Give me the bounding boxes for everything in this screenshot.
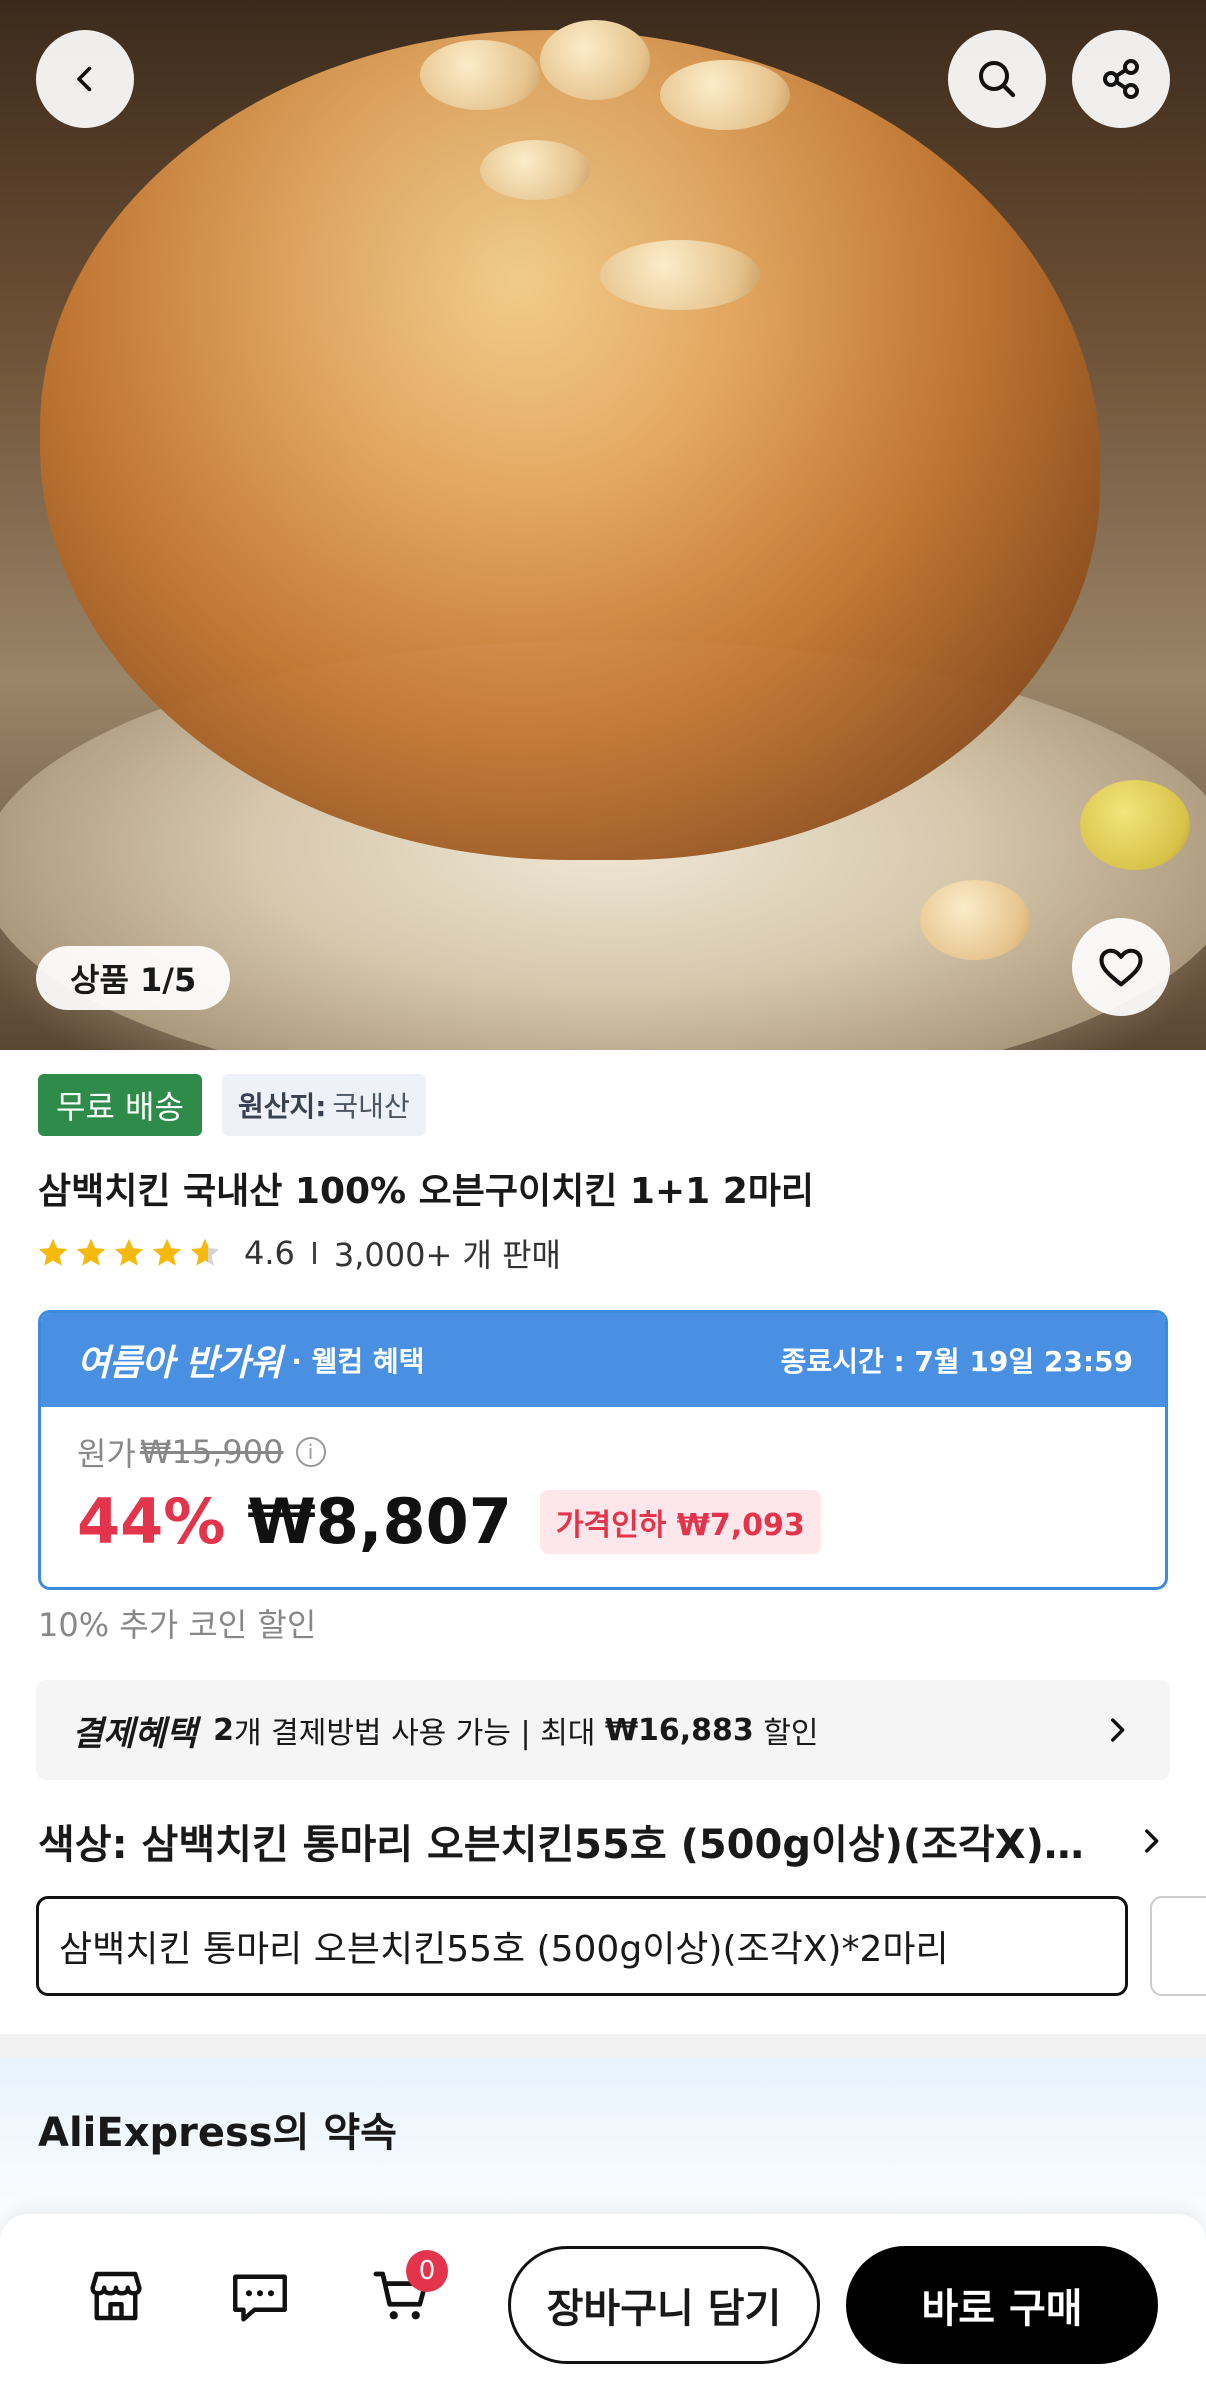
image-counter: 상품 1/5 bbox=[36, 946, 231, 1010]
color-selector-row[interactable]: 색상: 삼백치킨 통마리 오븐치킨55호 (500g이상)(조각X)*2마리 bbox=[38, 1812, 1168, 1870]
sale-price: ₩8,807 bbox=[247, 1485, 512, 1558]
chevron-right-icon bbox=[1145, 1829, 1159, 1853]
divider bbox=[312, 1242, 316, 1264]
cart-count-badge: 0 bbox=[406, 2250, 448, 2292]
star-rating bbox=[36, 1236, 222, 1270]
rating-row[interactable]: 4.6 3,000+ 개 판매 bbox=[36, 1230, 561, 1276]
payment-benefit-row[interactable]: 결제혜택 2 개 결제방법 사용 가능 | 최대 ₩16,883 할인 bbox=[36, 1680, 1170, 1780]
price-row: 44% ₩8,807 가격인하 ₩7,093 bbox=[77, 1485, 1129, 1558]
color-selected-label: 색상: 삼백치킨 통마리 오븐치킨55호 (500g이상)(조각X)*2마리 bbox=[38, 1822, 1098, 1868]
star-icon bbox=[76, 1238, 106, 1266]
garlic-slice bbox=[1080, 780, 1190, 870]
origin-value: 국내산 bbox=[332, 1090, 410, 1123]
product-title: 삼백치킨 국내산 100% 오븐구이치킨 1+1 2마리 bbox=[38, 1171, 814, 1212]
free-shipping-badge: 무료 배송 bbox=[38, 1074, 202, 1136]
info-icon[interactable]: i bbox=[295, 1437, 326, 1467]
garlic-slice bbox=[600, 240, 760, 310]
share-button[interactable] bbox=[1072, 30, 1170, 128]
payment-method-count: 2 bbox=[213, 1712, 234, 1748]
original-price-label: 원가 bbox=[77, 1435, 136, 1473]
share-icon bbox=[1103, 59, 1139, 99]
payment-benefit-suffix: 할인 bbox=[753, 1716, 819, 1751]
discount-percent: 44% bbox=[77, 1485, 226, 1558]
original-price-row: 원가 ₩15,900 i bbox=[77, 1429, 1129, 1475]
promo-logo: 여름아 반가워 bbox=[77, 1343, 282, 1384]
section-divider bbox=[0, 2034, 1206, 2058]
heart-icon bbox=[1099, 948, 1143, 987]
promise-title: AliExpress의 약속 bbox=[38, 2110, 397, 2156]
star-icon bbox=[152, 1238, 182, 1266]
promo-card: 여름아 반가워 · 웰컴 혜택 종료시간 : 7월 19일 23:59 원가 ₩… bbox=[38, 1310, 1168, 1590]
origin-label: 원산지: bbox=[237, 1090, 327, 1123]
add-to-cart-button[interactable]: 장바구니 담기 bbox=[508, 2246, 820, 2364]
chevron-left-icon bbox=[77, 66, 92, 92]
store-button[interactable] bbox=[76, 2256, 156, 2336]
sold-count: 3,000+ 개 판매 bbox=[333, 1236, 561, 1274]
rating-value: 4.6 bbox=[244, 1234, 295, 1272]
payment-max-discount: ₩16,883 bbox=[604, 1712, 754, 1748]
back-button[interactable] bbox=[36, 30, 134, 128]
promo-subtitle: · 웰컴 혜택 bbox=[291, 1345, 425, 1378]
tag-row: 무료 배송 원산지: 국내산 bbox=[38, 1074, 426, 1136]
chat-button[interactable] bbox=[220, 2256, 300, 2336]
coin-discount-text: 10% 추가 코인 할인 bbox=[38, 1606, 317, 1644]
variant-option[interactable] bbox=[1150, 1896, 1206, 1996]
garlic-slice bbox=[480, 140, 590, 200]
garlic-slice bbox=[660, 60, 790, 130]
product-image[interactable] bbox=[0, 0, 1206, 1050]
star-icon bbox=[38, 1238, 68, 1266]
origin-badge: 원산지: 국내산 bbox=[221, 1074, 426, 1136]
variant-option-selected[interactable]: 삼백치킨 통마리 오븐치킨55호 (500g이상)(조각X)*2마리 bbox=[36, 1896, 1128, 1996]
chat-icon bbox=[233, 2274, 287, 2322]
payment-benefit-text: 개 결제방법 사용 가능 | 최대 bbox=[234, 1716, 605, 1751]
star-icon bbox=[114, 1238, 144, 1266]
wishlist-button[interactable] bbox=[1072, 918, 1170, 1016]
payment-benefit-label: 결제혜택 bbox=[72, 1713, 198, 1754]
search-icon bbox=[979, 61, 1016, 98]
store-icon bbox=[90, 2271, 142, 2321]
star-half-icon bbox=[190, 1238, 220, 1266]
original-price: ₩15,900 bbox=[139, 1433, 284, 1471]
chevron-right-icon bbox=[1111, 1718, 1125, 1742]
garlic-slice bbox=[920, 880, 1030, 960]
promo-end-time: 종료시간 : 7월 19일 23:59 bbox=[780, 1345, 1133, 1378]
buy-now-button[interactable]: 바로 구매 bbox=[846, 2246, 1158, 2364]
search-button[interactable] bbox=[948, 30, 1046, 128]
garlic-slice bbox=[540, 20, 650, 100]
price-drop-badge: 가격인하 ₩7,093 bbox=[539, 1489, 821, 1554]
garlic-slice bbox=[420, 40, 540, 110]
promo-header: 여름아 반가워 · 웰컴 혜택 종료시간 : 7월 19일 23:59 bbox=[41, 1313, 1165, 1407]
